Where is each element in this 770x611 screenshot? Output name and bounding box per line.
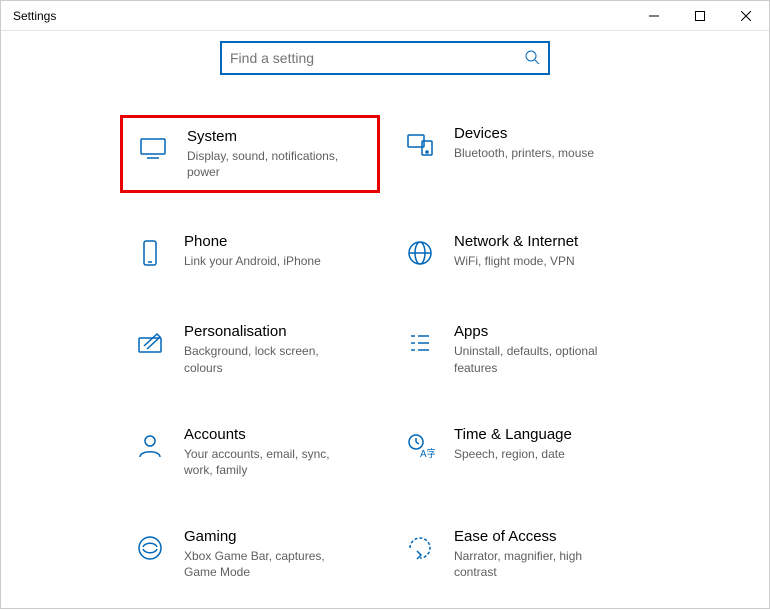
tile-title: System [187,128,357,145]
tile-ease-of-access[interactable]: Ease of Access Narrator, magnifier, high… [390,518,650,590]
tile-desc: Uninstall, defaults, optional features [454,343,624,375]
tile-desc: Your accounts, email, sync, work, family [184,446,354,478]
tile-title: Time & Language [454,426,572,443]
gaming-icon [130,528,170,568]
minimize-button[interactable] [631,1,677,31]
tile-accounts[interactable]: Accounts Your accounts, email, sync, wor… [120,416,380,488]
tile-network[interactable]: Network & Internet WiFi, flight mode, VP… [390,223,650,283]
tile-desc: Background, lock screen, colours [184,343,354,375]
tile-desc: Narrator, magnifier, high contrast [454,548,624,580]
maximize-icon [695,11,705,21]
tile-desc: Bluetooth, printers, mouse [454,145,594,161]
tile-apps[interactable]: Apps Uninstall, defaults, optional featu… [390,313,650,385]
network-icon [400,233,440,273]
tile-phone[interactable]: Phone Link your Android, iPhone [120,223,380,283]
tile-title: Network & Internet [454,233,578,250]
system-icon [133,128,173,168]
time-language-icon: A字 [400,426,440,466]
tile-title: Devices [454,125,594,142]
settings-window: Settings [0,0,770,609]
tile-system[interactable]: System Display, sound, notifications, po… [120,115,380,193]
tile-desc: Link your Android, iPhone [184,253,321,269]
settings-grid: System Display, sound, notifications, po… [1,115,769,591]
tile-title: Gaming [184,528,354,545]
maximize-button[interactable] [677,1,723,31]
search-icon [524,49,540,68]
phone-icon [130,233,170,273]
content-area: System Display, sound, notifications, po… [1,31,769,611]
accounts-icon [130,426,170,466]
search-wrap [1,31,769,115]
tile-title: Phone [184,233,321,250]
tile-title: Personalisation [184,323,354,340]
apps-icon [400,323,440,363]
tile-title: Accounts [184,426,354,443]
tile-title: Apps [454,323,624,340]
search-box[interactable] [220,41,550,75]
svg-text:A字: A字 [420,447,435,460]
tile-desc: Speech, region, date [454,446,572,462]
devices-icon [400,125,440,165]
tile-time-language[interactable]: A字 Time & Language Speech, region, date [390,416,650,488]
minimize-icon [649,11,659,21]
tile-desc: Display, sound, notifications, power [187,148,357,180]
titlebar: Settings [1,1,769,31]
close-button[interactable] [723,1,769,31]
search-input[interactable] [230,50,524,66]
tile-personalisation[interactable]: Personalisation Background, lock screen,… [120,313,380,385]
tile-gaming[interactable]: Gaming Xbox Game Bar, captures, Game Mod… [120,518,380,590]
tile-devices[interactable]: Devices Bluetooth, printers, mouse [390,115,650,193]
ease-of-access-icon [400,528,440,568]
tile-desc: WiFi, flight mode, VPN [454,253,578,269]
close-icon [741,11,751,21]
tile-title: Ease of Access [454,528,624,545]
personalisation-icon [130,323,170,363]
tile-desc: Xbox Game Bar, captures, Game Mode [184,548,354,580]
window-title: Settings [1,9,68,23]
